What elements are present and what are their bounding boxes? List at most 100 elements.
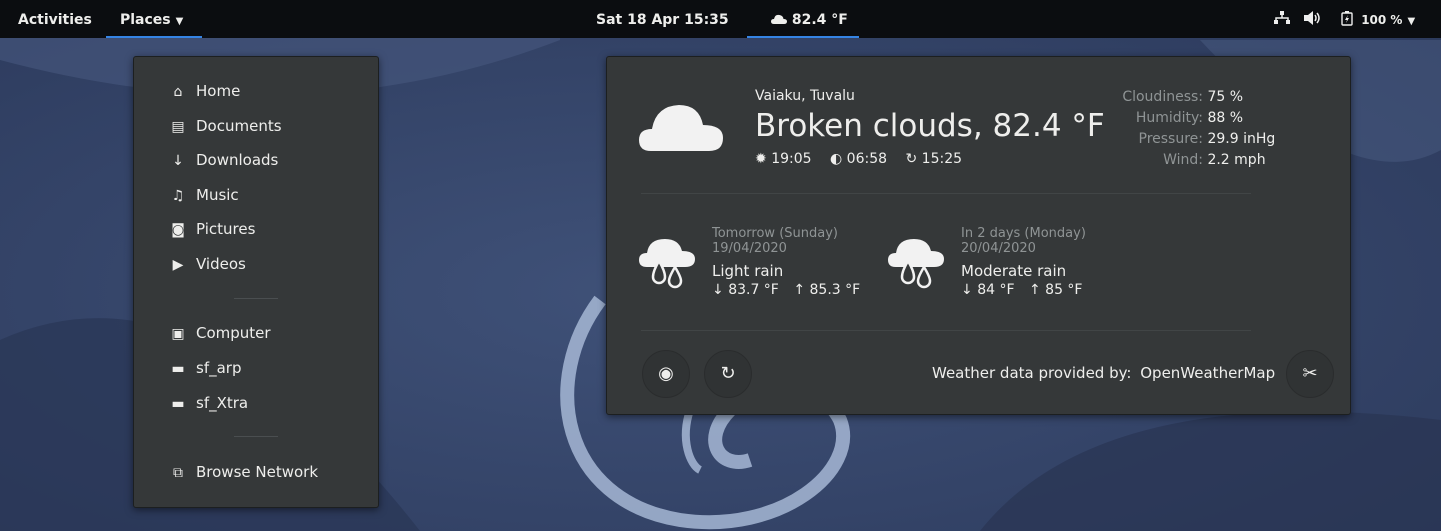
music-icon: ♫ <box>171 188 185 204</box>
arrow-up-icon: ↑ <box>793 282 806 298</box>
drive-icon: ▬ <box>171 396 185 412</box>
places-item-label: Computer <box>196 324 271 342</box>
chevron-down-icon: ▼ <box>175 16 184 27</box>
updated-time: 15:25 <box>921 151 963 167</box>
places-item-browse-network[interactable]: ⧉ Browse Network <box>166 459 318 485</box>
location-button[interactable]: ◉ <box>642 350 690 398</box>
cloud-icon <box>771 14 787 24</box>
arrow-up-icon: ↑ <box>1028 282 1041 298</box>
weather-times: ✹ 19:05 ◐ 06:58 ↻ 15:25 <box>755 151 962 167</box>
stat-label: Pressure: <box>1138 131 1204 147</box>
activities-button[interactable]: Activities <box>18 0 92 38</box>
sunset-time: 06:58 <box>846 151 888 167</box>
weather-panel: Vaiaku, Tuvalu Broken clouds, 82.4 °F ✹ … <box>606 56 1351 415</box>
places-item-label: Pictures <box>196 220 256 238</box>
stat-humidity: Humidity: 88 % <box>1107 108 1275 129</box>
rain-icon <box>888 239 944 289</box>
forecast-day-label: Tomorrow (Sunday) <box>712 226 838 241</box>
places-item-label: Browse Network <box>196 463 319 481</box>
sunrise-time: 19:05 <box>771 151 812 167</box>
forecast-low: 84 °F <box>977 282 1015 298</box>
battery-label: 100 % <box>1361 13 1403 27</box>
stat-label: Wind: <box>1163 152 1203 168</box>
provider-link[interactable]: OpenWeatherMap <box>1140 364 1275 382</box>
stat-value: 75 % <box>1207 89 1244 105</box>
sunrise-icon: ✹ <box>755 151 767 167</box>
places-item-label: Videos <box>196 255 246 273</box>
forecast-day-2: In 2 days (Monday) 20/04/2020 Moderate r… <box>961 226 1086 298</box>
system-menu-button[interactable]: 100 % ▼ <box>1341 0 1415 38</box>
tools-icon: ✂ <box>1302 363 1318 384</box>
places-item-label: sf_arp <box>196 359 242 377</box>
stat-value: 29.9 inHg <box>1207 131 1276 147</box>
forecast-condition: Light rain <box>712 262 784 280</box>
places-item-videos[interactable]: ▶ Videos <box>166 251 246 277</box>
weather-stats: Cloudiness: 75 % Humidity: 88 % Pressure… <box>1107 87 1275 171</box>
camera-icon: ◙ <box>171 222 185 238</box>
document-icon: ▤ <box>171 119 185 135</box>
forecast-condition: Moderate rain <box>961 262 1067 280</box>
network-icon: ⧉ <box>173 465 183 481</box>
arrow-down-icon: ↓ <box>961 282 973 298</box>
forecast-low: 83.7 °F <box>728 282 779 298</box>
places-menu-button[interactable]: Places ▼ <box>120 0 183 38</box>
download-icon: ↓ <box>172 153 184 169</box>
forecast-date: 20/04/2020 <box>961 241 1036 256</box>
stat-label: Cloudiness: <box>1122 89 1203 105</box>
volume-icon[interactable] <box>1304 0 1322 38</box>
computer-icon: ▣ <box>171 326 185 342</box>
forecast-date: 19/04/2020 <box>712 241 787 256</box>
places-active-indicator <box>106 36 202 38</box>
stat-cloudiness: Cloudiness: 75 % <box>1107 87 1275 108</box>
chevron-down-icon: ▼ <box>1407 16 1416 27</box>
places-menu: ⌂ Home ▤ Documents ↓ Downloads ♫ Music ◙ Pict… <box>133 56 379 508</box>
places-item-sf-arp[interactable]: ▬ sf_arp <box>166 355 241 381</box>
places-item-downloads[interactable]: ↓ Downloads <box>166 147 278 173</box>
drive-icon: ▬ <box>171 361 185 377</box>
top-bar: Activities Places ▼ Sat 18 Apr 15:35 82.4… <box>0 0 1441 38</box>
forecast-high: 85 °F <box>1045 282 1083 298</box>
activities-label: Activities <box>18 12 92 28</box>
places-item-pictures[interactable]: ◙ Pictures <box>166 216 255 242</box>
places-item-documents[interactable]: ▤ Documents <box>166 113 281 139</box>
weather-indicator-button[interactable]: 82.4 °F <box>771 0 848 38</box>
weather-indicator-label: 82.4 °F <box>791 12 848 28</box>
menu-separator <box>234 298 278 299</box>
weather-summary: Broken clouds, 82.4 °F <box>755 108 1105 144</box>
stat-value: 2.2 mph <box>1207 152 1266 168</box>
forecast-temps: ↓ 84 °F ↑ 85 °F <box>961 283 1086 298</box>
places-item-label: Downloads <box>196 151 279 169</box>
refresh-icon: ↻ <box>720 363 736 384</box>
refresh-button[interactable]: ↻ <box>704 350 752 398</box>
places-item-label: Music <box>196 186 239 204</box>
network-status-icon[interactable] <box>1274 0 1290 38</box>
settings-button[interactable]: ✂ <box>1286 350 1334 398</box>
clock-button[interactable]: Sat 18 Apr 15:35 <box>596 0 729 38</box>
stat-value: 88 % <box>1207 110 1244 126</box>
places-item-home[interactable]: ⌂ Home <box>166 78 241 104</box>
video-icon: ▶ <box>172 257 184 273</box>
weather-location: Vaiaku, Tuvalu <box>755 88 855 104</box>
forecast-high: 85.3 °F <box>809 282 861 298</box>
arrow-down-icon: ↓ <box>712 282 724 298</box>
provider-attribution: Weather data provided by: OpenWeatherMap <box>932 364 1275 382</box>
divider <box>641 330 1251 331</box>
sunset-icon: ◐ <box>830 151 843 167</box>
datetime-label: Sat 18 Apr 15:35 <box>596 12 729 28</box>
battery-icon <box>1341 11 1353 26</box>
provider-label: Weather data provided by: <box>932 364 1132 382</box>
forecast-temps: ↓ 83.7 °F ↑ 85.3 °F <box>712 283 860 298</box>
stat-label: Humidity: <box>1135 110 1203 126</box>
places-item-label: Home <box>196 82 241 100</box>
stat-pressure: Pressure: 29.9 inHg <box>1107 129 1276 150</box>
broken-clouds-icon <box>639 105 723 151</box>
places-item-sf-xtra[interactable]: ▬ sf_Xtra <box>166 390 248 416</box>
forecast-day-1: Tomorrow (Sunday) 19/04/2020 Light rain … <box>712 226 860 298</box>
places-item-computer[interactable]: ▣ Computer <box>166 320 271 346</box>
menu-separator <box>234 436 278 437</box>
places-item-label: sf_Xtra <box>196 394 249 412</box>
home-icon: ⌂ <box>173 84 183 100</box>
places-item-music[interactable]: ♫ Music <box>166 182 239 208</box>
weather-active-indicator <box>747 36 859 38</box>
places-label: Places <box>120 12 171 28</box>
